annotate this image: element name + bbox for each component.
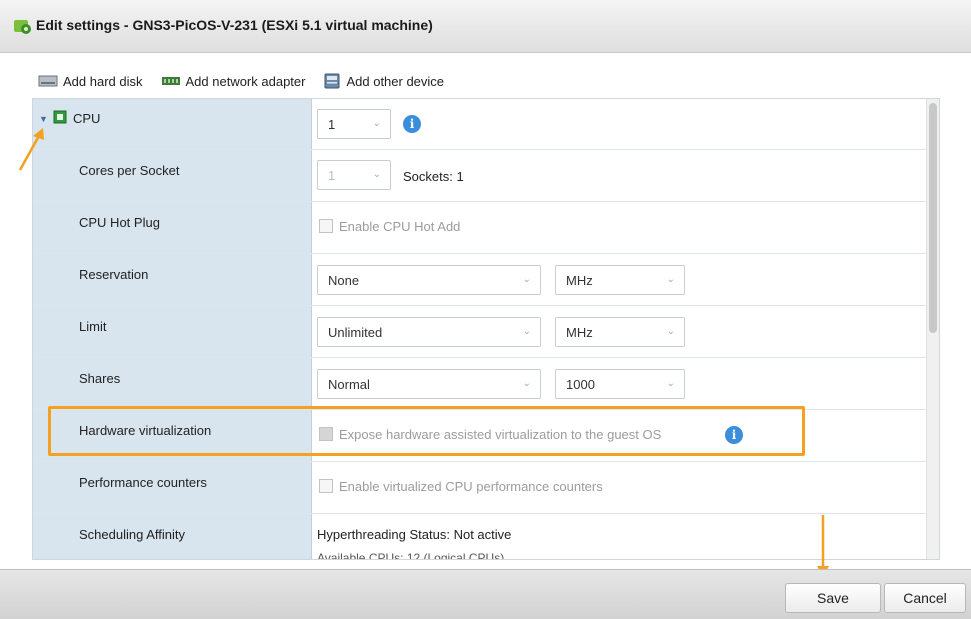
shares-amount-select[interactable]: 1000 ⌄ [555, 369, 685, 399]
cpu-hot-plug-value: Enable CPU Hot Add [317, 201, 939, 253]
chevron-down-icon: ⌄ [522, 378, 531, 389]
title-bar: Edit settings - GNS3-PicOS-V-231 (ESXi 5… [0, 0, 971, 53]
enable-perf-counters-checkbox[interactable] [319, 479, 333, 493]
enable-cpu-hot-add-checkbox[interactable] [319, 219, 333, 233]
cpu-count-select[interactable]: 1 ⌄ [317, 109, 391, 139]
reservation-value: None ⌄ MHz ⌄ [317, 253, 939, 305]
chevron-down-icon: ⌄ [522, 274, 531, 285]
cpu-chip-icon [53, 110, 67, 124]
limit-unit-select[interactable]: MHz ⌄ [555, 317, 685, 347]
chevron-down-icon: ⌄ [666, 274, 675, 285]
add-network-adapter-label: Add network adapter [185, 73, 306, 89]
reservation-selected: None [328, 272, 360, 288]
add-hard-disk-label: Add hard disk [63, 73, 143, 89]
cpu-value: 1 ⌄ i [317, 99, 939, 149]
scheduling-affinity-value: Hyperthreading Status: Not active Availa… [317, 513, 939, 560]
chevron-down-icon: ⌄ [666, 326, 675, 337]
shares-amount-selected: 1000 [566, 376, 595, 392]
cores-per-socket-row: Cores per Socket 1 ⌄ Sockets: 1 [33, 149, 939, 202]
performance-counters-value: Enable virtualized CPU performance count… [317, 461, 939, 513]
shares-row: Shares Normal ⌄ 1000 ⌄ [33, 357, 939, 410]
cpu-row: ▼ CPU 1 ⌄ i [33, 99, 939, 150]
expand-triangle-icon[interactable]: ▼ [39, 114, 48, 124]
dialog-footer: Save Cancel [0, 569, 971, 619]
network-adapter-icon [161, 77, 180, 85]
window-title: Edit settings - GNS3-PicOS-V-231 (ESXi 5… [36, 17, 433, 33]
save-button[interactable]: Save [785, 583, 881, 613]
scheduling-affinity-label: Scheduling Affinity [79, 527, 185, 542]
available-cpus: Available CPUs: 12 (Logical CPUs) [317, 551, 505, 560]
limit-row: Limit Unlimited ⌄ MHz ⌄ [33, 305, 939, 358]
reservation-unit-select[interactable]: MHz ⌄ [555, 265, 685, 295]
reservation-label: Reservation [79, 267, 149, 282]
performance-counters-label: Performance counters [79, 475, 207, 490]
cores-per-socket-selected: 1 [328, 167, 336, 183]
shares-select[interactable]: Normal ⌄ [317, 369, 541, 399]
sockets-text: Sockets: 1 [403, 169, 464, 184]
limit-label: Limit [79, 319, 107, 334]
scrollbar-thumb[interactable] [929, 103, 937, 333]
chevron-down-icon: ⌄ [522, 326, 531, 337]
hard-disk-icon [38, 75, 58, 87]
cores-per-socket-label: Cores per Socket [79, 163, 180, 178]
other-device-icon [324, 73, 340, 89]
shares-label: Shares [79, 371, 121, 386]
cpu-label: CPU [73, 111, 101, 126]
device-toolbar: Add hard disk Add network adapter Add ot… [38, 70, 462, 92]
hyperthreading-status: Hyperthreading Status: Not active [317, 527, 512, 542]
limit-value: Unlimited ⌄ MHz ⌄ [317, 305, 939, 357]
chevron-down-icon: ⌄ [372, 118, 381, 129]
info-icon[interactable]: i [403, 115, 421, 133]
add-network-adapter-button[interactable]: Add network adapter [161, 73, 306, 89]
enable-perf-counters-label: Enable virtualized CPU performance count… [339, 479, 603, 494]
shares-selected: Normal [328, 376, 370, 392]
limit-selected: Unlimited [328, 324, 383, 340]
limit-unit-selected: MHz [566, 324, 593, 340]
cores-per-socket-select[interactable]: 1 ⌄ [317, 160, 391, 190]
add-other-device-label: Add other device [346, 73, 445, 89]
limit-select[interactable]: Unlimited ⌄ [317, 317, 541, 347]
hardware-virtualization-highlight [48, 406, 805, 456]
cpu-settings-panel: ▼ CPU 1 ⌄ i Cores per Socket 1 ⌄ Sockets… [32, 98, 940, 560]
cpu-hot-plug-row: CPU Hot Plug Enable CPU Hot Add [33, 201, 939, 254]
add-hard-disk-button[interactable]: Add hard disk [38, 74, 143, 89]
cores-per-socket-value: 1 ⌄ Sockets: 1 [317, 149, 939, 201]
add-other-device-button[interactable]: Add other device [323, 73, 444, 89]
reservation-row: Reservation None ⌄ MHz ⌄ [33, 253, 939, 306]
vm-settings-icon [14, 20, 31, 34]
cancel-button[interactable]: Cancel [884, 583, 966, 613]
panel-scrollbar[interactable] [926, 99, 939, 559]
reservation-select[interactable]: None ⌄ [317, 265, 541, 295]
enable-cpu-hot-add-label: Enable CPU Hot Add [339, 219, 461, 234]
chevron-down-icon: ⌄ [666, 378, 675, 389]
reservation-unit-selected: MHz [566, 272, 593, 288]
cpu-hot-plug-label: CPU Hot Plug [79, 215, 160, 230]
cpu-count-value: 1 [328, 116, 336, 132]
shares-value: Normal ⌄ 1000 ⌄ [317, 357, 939, 409]
scheduling-affinity-row: Scheduling Affinity Hyperthreading Statu… [33, 513, 939, 560]
chevron-down-icon: ⌄ [372, 169, 381, 180]
performance-counters-row: Performance counters Enable virtualized … [33, 461, 939, 514]
